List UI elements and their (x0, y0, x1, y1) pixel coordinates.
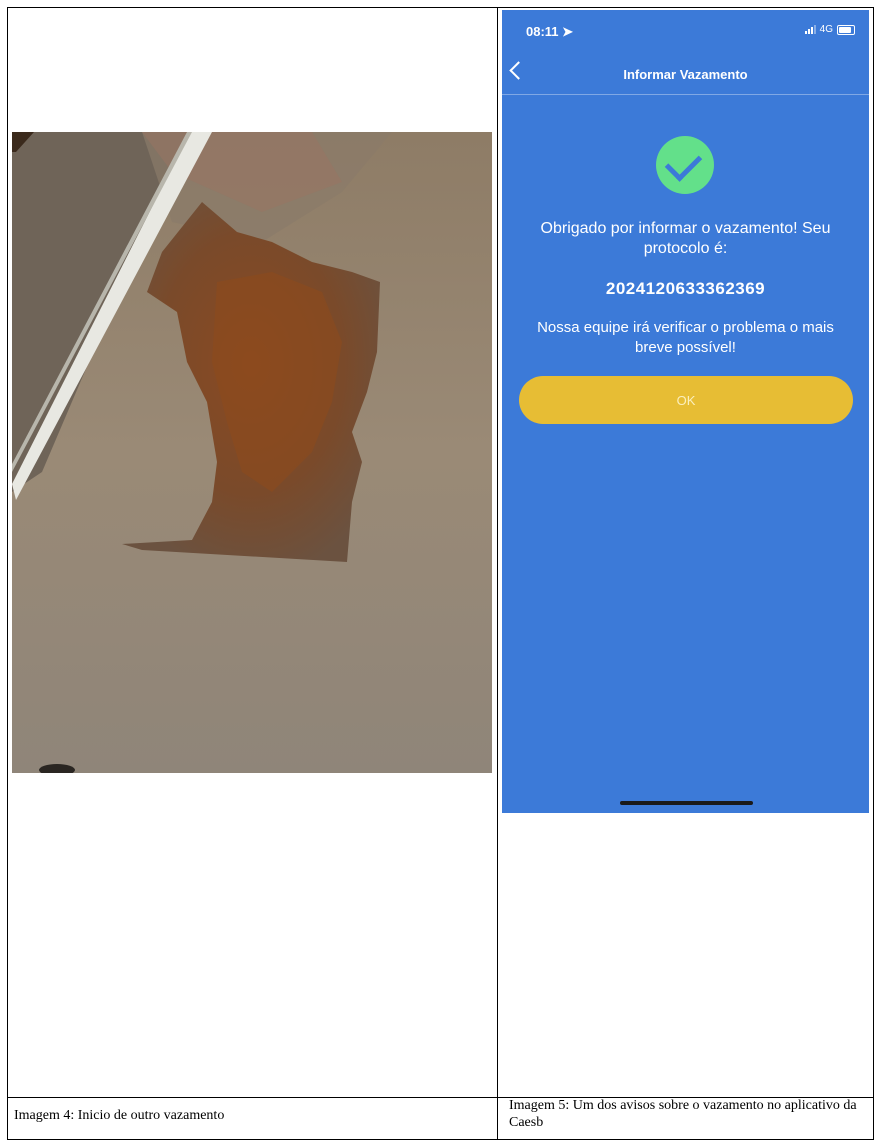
nav-divider (502, 94, 869, 95)
phone-screenshot: 08:11 ➤ 4G Informar Vazamento Obrigado p… (502, 10, 869, 813)
protocol-number: 2024120633362369 (605, 279, 766, 298)
battery-icon (837, 24, 855, 35)
table-column-divider (497, 7, 498, 1140)
table-border-left (7, 7, 8, 1140)
leak-photo (12, 132, 492, 773)
status-indicators: 4G (804, 24, 855, 35)
ok-button[interactable]: OK (519, 376, 853, 424)
signal-icon (804, 25, 816, 34)
thanks-message: Obrigado por informar o vazamento! Seu p… (540, 220, 831, 257)
home-indicator[interactable] (620, 801, 753, 805)
status-time-text: 08:11 (526, 24, 559, 39)
caption-image-4: Imagem 4: Inicio de outro vazamento (14, 1108, 225, 1123)
success-check-icon (656, 136, 714, 194)
followup-message: Nossa equipe irá verificar o problema o … (537, 319, 834, 356)
table-border-bottom (7, 1139, 874, 1140)
caption-image-5: Imagem 5: Um dos avisos sobre o vazament… (509, 1098, 857, 1130)
location-arrow-icon: ➤ (562, 24, 574, 39)
nav-title: Informar Vazamento (623, 67, 748, 82)
status-time: 08:11 ➤ (526, 24, 573, 40)
network-label: 4G (819, 24, 833, 35)
table-border-top (7, 7, 874, 8)
table-border-right (873, 7, 874, 1140)
